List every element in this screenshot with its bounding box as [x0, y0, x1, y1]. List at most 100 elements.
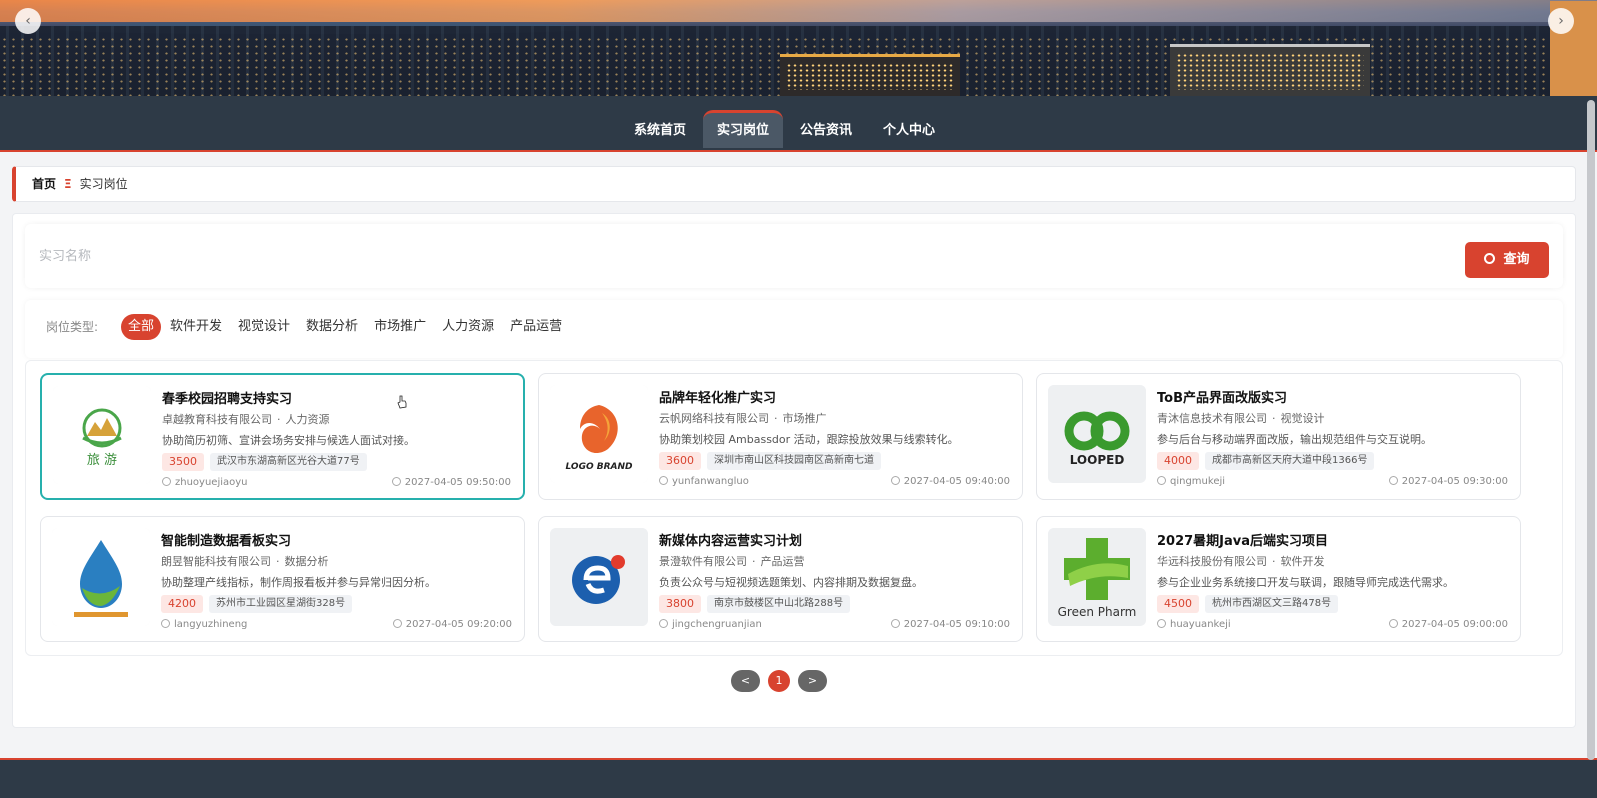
publisher: zhuoyuejiaoyu	[162, 477, 248, 488]
carousel-prev-button[interactable]: ‹	[15, 8, 41, 34]
publish-time: 2027-04-05 09:00:00	[1388, 619, 1508, 630]
publish-time: 2027-04-05 09:30:00	[1388, 476, 1508, 487]
publish-time: 2027-04-05 09:20:00	[392, 619, 512, 630]
job-title[interactable]: ToB产品界面改版实习	[1157, 387, 1287, 406]
publish-time: 2027-04-05 09:40:00	[890, 476, 1010, 487]
job-card[interactable]: LOGO BRAND 品牌年轻化推广实习 云帆网络科技有限公司 · 市场推广 协助策…	[538, 373, 1023, 500]
job-title[interactable]: 智能制造数据看板实习	[161, 530, 291, 549]
address-tag: 武汉市东湖高新区光谷大道77号	[210, 453, 367, 471]
job-title[interactable]: 新媒体内容运营实习计划	[659, 530, 802, 549]
clock-icon	[391, 477, 401, 486]
e-circle-logo	[550, 528, 648, 626]
water-drop-logo	[52, 528, 150, 626]
job-company: 朗昱智能科技有限公司 · 数据分析	[161, 555, 329, 568]
search-button[interactable]: 查询	[1465, 242, 1549, 278]
address-tag: 杭州市西湖区文三路478号	[1205, 595, 1339, 613]
salary-badge: 3500	[162, 453, 204, 471]
salary-badge: 3600	[659, 452, 701, 470]
travel-logo: 旅 游	[53, 386, 151, 484]
main-panel: 查询 岗位类型: 全部 软件开发 视觉设计 数据分析 市场推广 人力资源 产品运…	[12, 213, 1576, 728]
logo-text: LOGO BRAND	[566, 462, 634, 472]
person-icon	[162, 477, 171, 486]
job-company: 青沐信息技术有限公司 · 视觉设计	[1157, 412, 1325, 425]
clock-icon	[890, 619, 900, 628]
clock-icon	[1388, 476, 1398, 485]
job-card[interactable]: 新媒体内容运营实习计划 景澄软件有限公司 · 产品运营 负责公众号与短视频选题策划、…	[538, 516, 1023, 642]
pagination-prev-button[interactable]: <	[731, 670, 760, 692]
job-card[interactable]: 旅 游 春季校园招聘支持实习 卓越教育科技有限公司 · 人力资源 协助简历初筛、宣讲…	[40, 373, 525, 500]
publisher: yunfanwangluo	[659, 476, 749, 487]
breadcrumb-home-link[interactable]: 首页	[32, 177, 56, 191]
job-description: 参与后台与移动端界面改版，输出规范组件与交互说明。	[1157, 433, 1432, 446]
job-card[interactable]: Green Pharm 2027暑期Java后端实习项目 华远科技股份有限公司 ·…	[1036, 516, 1521, 642]
nav-item-profile[interactable]: 个人中心	[869, 110, 949, 148]
job-description: 协助整理产线指标，制作周报看板并参与异常归因分析。	[161, 576, 436, 589]
logo-brand-logo: LOGO BRAND	[550, 385, 648, 483]
clock-icon	[392, 619, 402, 628]
publisher: langyuzhineng	[161, 619, 247, 630]
footer	[0, 758, 1597, 798]
person-icon	[659, 619, 668, 628]
publisher: jingchengruanjian	[659, 619, 762, 630]
logo-text: LOOPED	[1070, 453, 1125, 467]
job-company: 卓越教育科技有限公司 · 人力资源	[162, 413, 330, 426]
search-button-label: 查询	[1503, 252, 1530, 267]
search-icon	[1484, 253, 1496, 264]
job-company: 华远科技股份有限公司 · 软件开发	[1157, 555, 1325, 568]
filter-bar: 岗位类型: 全部 软件开发 视觉设计 数据分析 市场推广 人力资源 产品运营	[25, 300, 1563, 358]
filter-option-marketing[interactable]: 市场推广	[367, 314, 433, 340]
filter-label: 岗位类型:	[46, 320, 99, 334]
filter-option-design[interactable]: 视觉设计	[231, 314, 297, 340]
filter-option-data[interactable]: 数据分析	[299, 314, 365, 340]
job-card[interactable]: LOOPED ToB产品界面改版实习 青沐信息技术有限公司 · 视觉设计 参与后台与…	[1036, 373, 1521, 500]
person-icon	[1157, 476, 1166, 485]
job-card[interactable]: 智能制造数据看板实习 朗昱智能科技有限公司 · 数据分析 协助整理产线指标，制作周报…	[40, 516, 525, 642]
search-input[interactable]	[39, 240, 439, 272]
address-tag: 成都市高新区天府大道中段1366号	[1205, 452, 1375, 470]
banner-carousel	[0, 0, 1597, 96]
salary-badge: 3800	[659, 595, 701, 613]
job-description: 参与企业业务系统接口开发与联调，跟随导师完成迭代需求。	[1157, 576, 1454, 589]
job-card-list: 旅 游 春季校园招聘支持实习 卓越教育科技有限公司 · 人力资源 协助简历初筛、宣讲…	[25, 360, 1563, 656]
breadcrumb-separator-icon: Ξ	[64, 177, 72, 191]
job-description: 协助简历初筛、宣讲会场务安排与候选人面试对接。	[162, 434, 415, 447]
salary-badge: 4200	[161, 595, 203, 613]
salary-badge: 4500	[1157, 595, 1199, 613]
breadcrumb: 首页 Ξ 实习岗位	[12, 166, 1576, 202]
person-icon	[1157, 619, 1166, 628]
publisher: huayuankeji	[1157, 619, 1231, 630]
publish-time: 2027-04-05 09:50:00	[391, 477, 511, 488]
carousel-next-button[interactable]: ›	[1548, 8, 1574, 34]
looped-logo: LOOPED	[1048, 385, 1146, 483]
search-bar: 查询	[25, 224, 1563, 288]
pagination-page-1[interactable]: 1	[768, 670, 790, 692]
logo-text: Green Pharm	[1058, 605, 1137, 619]
job-description: 负责公众号与短视频选题策划、内容排期及数据复盘。	[659, 576, 923, 589]
person-icon	[161, 619, 170, 628]
address-tag: 苏州市工业园区星湖街328号	[209, 595, 353, 613]
pagination: < 1 >	[731, 670, 835, 692]
filter-option-operations[interactable]: 产品运营	[503, 314, 569, 340]
clock-icon	[890, 476, 900, 485]
nav-item-home[interactable]: 系统首页	[620, 110, 700, 148]
hand-cursor-icon	[397, 395, 407, 409]
publish-time: 2027-04-05 09:10:00	[890, 619, 1010, 630]
nav-item-internships[interactable]: 实习岗位	[703, 110, 784, 148]
job-company: 云帆网络科技有限公司 · 市场推广	[659, 412, 827, 425]
clock-icon	[1388, 619, 1398, 628]
breadcrumb-current: 实习岗位	[79, 177, 128, 191]
job-description: 协助策划校园 Ambassdor 活动，跟踪投放效果与线索转化。	[659, 433, 959, 446]
page-scrollbar[interactable]	[1587, 100, 1595, 760]
job-title[interactable]: 品牌年轻化推广实习	[659, 387, 776, 406]
filter-option-software[interactable]: 软件开发	[163, 314, 229, 340]
job-title[interactable]: 春季校园招聘支持实习	[162, 388, 292, 407]
address-tag: 南京市鼓楼区中山北路288号	[707, 595, 851, 613]
person-icon	[659, 476, 668, 485]
filter-option-hr[interactable]: 人力资源	[435, 314, 501, 340]
pagination-next-button[interactable]: >	[798, 670, 827, 692]
green-cross-logo: Green Pharm	[1048, 528, 1146, 626]
filter-option-all[interactable]: 全部	[121, 314, 162, 340]
nav-item-news[interactable]: 公告资讯	[786, 110, 866, 148]
address-tag: 深圳市南山区科技园南区高新南七道	[707, 452, 881, 470]
job-title[interactable]: 2027暑期Java后端实习项目	[1157, 530, 1328, 549]
